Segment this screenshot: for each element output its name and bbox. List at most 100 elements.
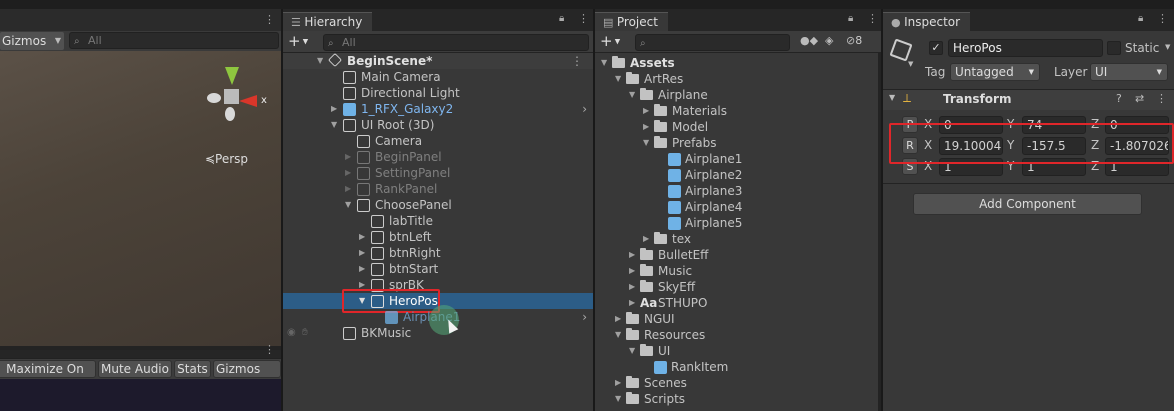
chevron-right-icon[interactable]: ›: [582, 101, 587, 117]
project-item[interactable]: ▼ Airplane: [595, 87, 878, 103]
object-name-field[interactable]: HeroPos: [948, 39, 1103, 57]
hierarchy-menu-icon[interactable]: ⋮: [578, 12, 589, 25]
project-item[interactable]: ▶ SkyEff: [595, 279, 878, 295]
project-item[interactable]: ▶ tex: [595, 231, 878, 247]
expand-arrow-icon[interactable]: ▶: [359, 245, 365, 261]
expand-arrow-icon[interactable]: ▶: [629, 295, 635, 311]
expand-arrow-icon[interactable]: ▶: [629, 279, 635, 295]
scene-menu-icon[interactable]: ⋮: [571, 53, 583, 69]
project-item[interactable]: ▶ Model: [595, 119, 878, 135]
expand-arrow-icon[interactable]: ▼: [615, 391, 621, 407]
hierarchy-item-scene[interactable]: ▼ BeginScene* ⋮: [283, 52, 593, 69]
expand-arrow-icon[interactable]: ▶: [643, 231, 649, 247]
scene-menu-icon[interactable]: ⋮: [264, 13, 275, 26]
expand-arrow-icon[interactable]: ▶: [359, 261, 365, 277]
component-menu-icon[interactable]: ⋮: [1156, 92, 1167, 105]
expand-arrow-icon[interactable]: ▶: [331, 101, 337, 117]
tab-hierarchy[interactable]: ☰ Hierarchy: [283, 12, 373, 31]
project-item[interactable]: ▼ ArtRes: [595, 71, 878, 87]
filter-by-type-icon[interactable]: ●◆: [800, 34, 818, 47]
project-item-assets[interactable]: ▼ Assets: [595, 55, 878, 71]
scene-viewport[interactable]: x ≼Persp: [0, 51, 281, 346]
project-item[interactable]: Airplane3: [595, 183, 878, 199]
project-item[interactable]: ▶ Scenes: [595, 375, 878, 391]
expand-arrow-icon[interactable]: ▼: [629, 343, 635, 359]
layer-dropdown[interactable]: UI ▼: [1090, 63, 1168, 81]
project-item[interactable]: ▶ BulletEff: [595, 247, 878, 263]
game-gizmos-button[interactable]: Gizmos: [213, 360, 281, 378]
persp-label[interactable]: ≼Persp: [205, 152, 248, 166]
expand-arrow-icon[interactable]: ▼: [629, 87, 635, 103]
hierarchy-item[interactable]: Main Camera: [283, 69, 593, 85]
project-item[interactable]: ▶ Materials: [595, 103, 878, 119]
tab-project[interactable]: ▤ Project: [595, 12, 668, 31]
expand-arrow-icon[interactable]: ▼: [615, 71, 621, 87]
hierarchy-item[interactable]: Camera: [283, 133, 593, 149]
chevron-down-icon[interactable]: ▼: [1165, 43, 1170, 51]
project-item[interactable]: ▼ Scripts: [595, 391, 878, 407]
tab-inspector[interactable]: ● Inspector: [883, 12, 971, 31]
hierarchy-item[interactable]: ▶ RankPanel: [283, 181, 593, 197]
hierarchy-item[interactable]: ▶ btnRight: [283, 245, 593, 261]
expand-arrow-icon[interactable]: ▶: [359, 229, 365, 245]
expand-arrow-icon[interactable]: ▶: [615, 375, 621, 391]
lock-icon[interactable]: 🔒︎: [559, 13, 564, 24]
lock-icon[interactable]: 🔒︎: [1138, 13, 1143, 24]
project-item[interactable]: ▶ Music: [595, 263, 878, 279]
expand-arrow-icon[interactable]: ▶: [629, 247, 635, 263]
project-item[interactable]: ▶ NGUI: [595, 311, 878, 327]
hierarchy-item[interactable]: ▶ btnLeft: [283, 229, 593, 245]
mute-audio-button[interactable]: Mute Audio: [98, 360, 172, 378]
hierarchy-item[interactable]: ◉ ✋︎ BKMusic: [283, 325, 593, 341]
project-item[interactable]: Airplane4: [595, 199, 878, 215]
expand-arrow-icon[interactable]: ▶: [643, 119, 649, 135]
add-component-button[interactable]: Add Component: [913, 193, 1142, 215]
game-menu-icon[interactable]: ⋮: [264, 343, 275, 356]
project-item[interactable]: ▼ UI: [595, 343, 878, 359]
create-plus-button[interactable]: + ▼: [600, 32, 620, 51]
expand-arrow-icon[interactable]: ▼: [317, 53, 323, 69]
inspector-menu-icon[interactable]: ⋮: [1157, 12, 1168, 25]
expand-arrow-icon[interactable]: ▼: [643, 135, 649, 151]
lock-icon[interactable]: 🔒︎: [848, 13, 853, 24]
project-menu-icon[interactable]: ⋮: [867, 12, 878, 25]
hierarchy-item[interactable]: Directional Light: [283, 85, 593, 101]
expand-arrow-icon[interactable]: ▼: [601, 55, 607, 71]
expand-arrow-icon[interactable]: ▼: [889, 93, 895, 102]
active-checkbox[interactable]: ✓: [929, 41, 943, 55]
hierarchy-item[interactable]: labTitle: [283, 213, 593, 229]
project-item[interactable]: RankItem: [595, 359, 878, 375]
pickable-hand-icon[interactable]: ✋︎: [302, 325, 308, 341]
stats-button[interactable]: Stats: [174, 360, 211, 378]
hierarchy-item[interactable]: ▶ btnStart: [283, 261, 593, 277]
game-viewport[interactable]: [0, 379, 281, 411]
expand-arrow-icon[interactable]: ▼: [615, 327, 621, 343]
create-plus-button[interactable]: + ▼: [288, 32, 308, 51]
hierarchy-item[interactable]: ▶ BeginPanel: [283, 149, 593, 165]
expand-arrow-icon[interactable]: ▶: [345, 149, 351, 165]
expand-arrow-icon[interactable]: ▶: [345, 181, 351, 197]
hierarchy-item[interactable]: ▶ 1_RFX_Galaxy2 ›: [283, 101, 593, 117]
project-item[interactable]: Airplane2: [595, 167, 878, 183]
static-checkbox[interactable]: [1107, 41, 1121, 55]
help-icon[interactable]: ?: [1116, 92, 1122, 105]
preset-icon[interactable]: ⇄: [1135, 92, 1144, 105]
scene-search-input[interactable]: ⌕ All: [69, 32, 279, 49]
expand-arrow-icon[interactable]: ▼: [331, 117, 337, 133]
chevron-right-icon[interactable]: ›: [582, 309, 587, 325]
filter-by-label-icon[interactable]: ◈: [825, 34, 833, 47]
scene-gizmo[interactable]: x: [205, 67, 267, 129]
project-item[interactable]: ▶ Aa STHUPO: [595, 295, 878, 311]
project-item[interactable]: Airplane1: [595, 151, 878, 167]
hierarchy-search-input[interactable]: ⌕ All: [323, 34, 589, 51]
visibility-eye-icon[interactable]: ◉: [287, 325, 296, 341]
expand-arrow-icon[interactable]: ▶: [615, 311, 621, 327]
hidden-packages-icon[interactable]: ⊘8: [846, 34, 862, 47]
project-item[interactable]: ▼ Prefabs: [595, 135, 878, 151]
hierarchy-item[interactable]: ▶ SettingPanel: [283, 165, 593, 181]
expand-arrow-icon[interactable]: ▶: [345, 165, 351, 181]
project-item[interactable]: Airplane5: [595, 215, 878, 231]
hierarchy-item[interactable]: ▼ ChoosePanel: [283, 197, 593, 213]
expand-arrow-icon[interactable]: ▶: [629, 263, 635, 279]
tag-dropdown[interactable]: Untagged ▼: [950, 63, 1040, 81]
